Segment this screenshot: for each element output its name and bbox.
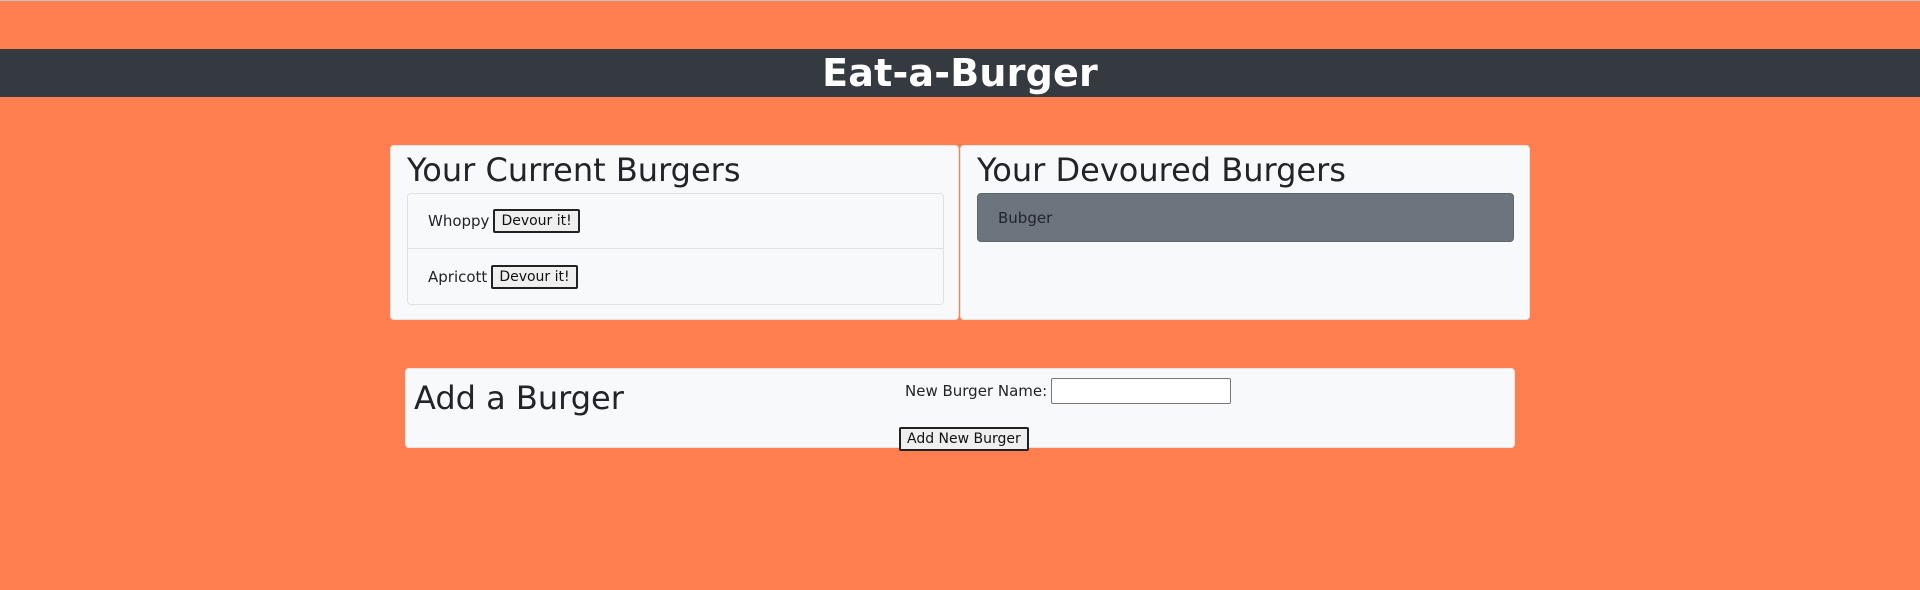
- devoured-burgers-card: Your Devoured Burgers Bubger: [960, 145, 1530, 320]
- top-divider: [0, 0, 1920, 1]
- devoured-burger-name: Bubger: [998, 208, 1053, 227]
- app-title: Eat-a-Burger: [822, 51, 1098, 95]
- current-burgers-heading: Your Current Burgers: [407, 151, 741, 189]
- header-bar: Eat-a-Burger: [0, 49, 1920, 97]
- list-item: Apricott Devour it!: [408, 249, 943, 304]
- add-new-burger-button[interactable]: Add New Burger: [899, 427, 1029, 451]
- devour-button[interactable]: Devour it!: [491, 264, 578, 289]
- burger-name: Whoppy: [428, 212, 490, 230]
- name-row: New Burger Name:: [905, 375, 1232, 407]
- devoured-burgers-heading: Your Devoured Burgers: [977, 151, 1346, 189]
- add-burger-heading: Add a Burger: [414, 379, 624, 417]
- add-burger-card: Add a Burger New Burger Name: Add New Bu…: [405, 368, 1515, 451]
- add-burger-form: New Burger Name: Add New Burger: [899, 375, 1232, 451]
- page: Eat-a-Burger Your Current Burgers Whoppy…: [0, 0, 1920, 590]
- current-burgers-list: Whoppy Devour it! Apricott Devour it!: [407, 193, 944, 305]
- new-burger-name-input[interactable]: [1051, 378, 1232, 404]
- devour-button[interactable]: Devour it!: [493, 209, 580, 233]
- current-burgers-card: Your Current Burgers Whoppy Devour it! A…: [390, 145, 959, 320]
- burger-name: Apricott: [428, 267, 488, 286]
- list-item: Whoppy Devour it!: [408, 194, 943, 249]
- new-burger-name-label: New Burger Name:: [905, 382, 1048, 400]
- list-item: Bubger: [977, 193, 1514, 242]
